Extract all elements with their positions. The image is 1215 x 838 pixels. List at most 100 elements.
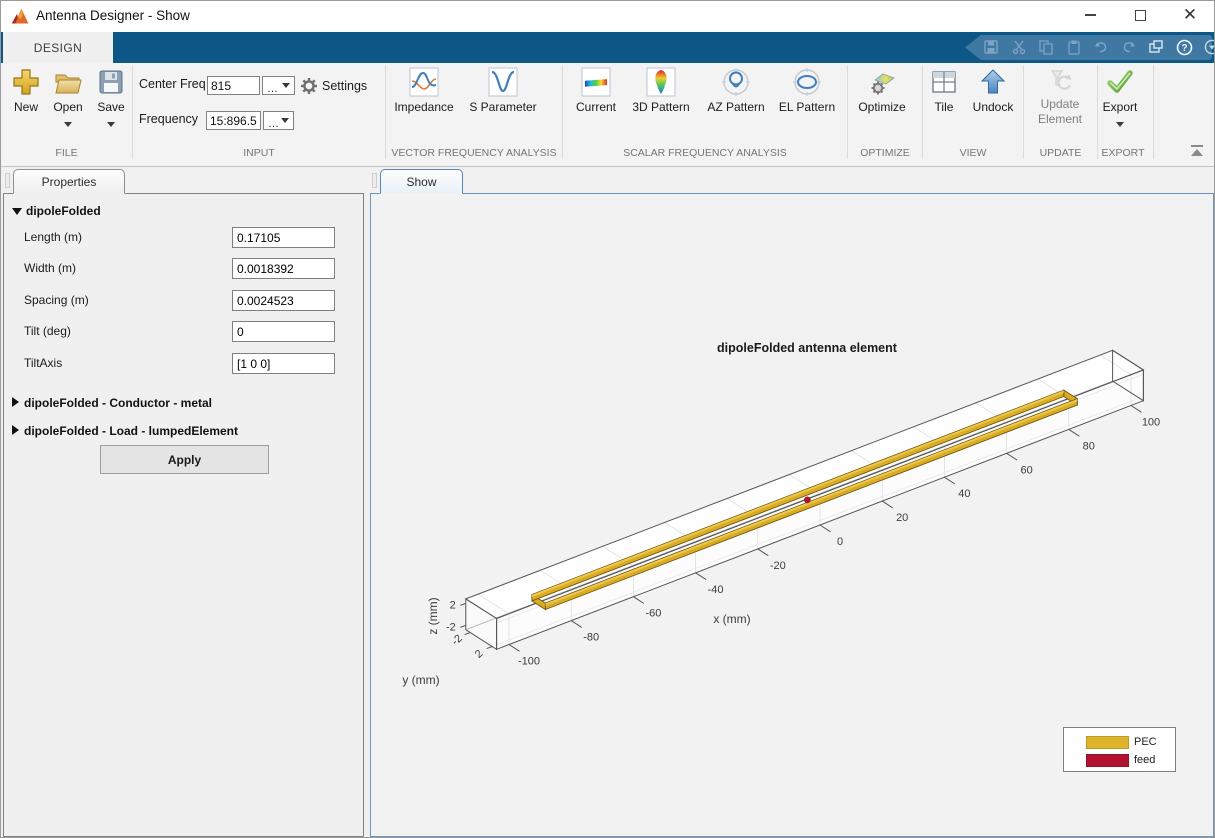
title-bar: Antenna Designer - Show ✕ [1,1,1214,32]
matlab-logo-icon [11,8,29,24]
section-label-file: FILE [55,147,78,159]
section-label-update: UPDATE [1039,147,1082,159]
open-label: Open [53,100,83,114]
tiltaxis-input[interactable] [232,353,335,374]
y-tick-label: -2 [450,633,465,648]
close-button[interactable]: ✕ [1173,1,1207,29]
section-label-scalar: SCALAR FREQUENCY ANALYSIS [623,147,787,159]
y-axis-label: y (mm) [402,673,439,687]
help-icon[interactable]: ? [1176,39,1193,56]
x-tick-label: -40 [708,584,724,596]
toolbar-menu-icon[interactable] [1204,39,1215,55]
property-row: Spacing (m) [4,290,363,312]
maximize-button[interactable] [1123,1,1157,29]
collapse-ribbon-button[interactable] [1189,145,1205,157]
property-label: Tilt (deg) [24,324,71,338]
z-tick-label: -2 [446,621,456,633]
undock-label: Undock [972,100,1014,114]
dropdown-arrow-icon [282,83,290,88]
minimize-button[interactable] [1073,1,1107,29]
x-tick-label: 80 [1083,440,1095,452]
export-label: Export [1102,100,1138,114]
paste-icon[interactable] [1066,39,1082,55]
cut-icon[interactable] [1011,39,1027,55]
window-layout-icon[interactable] [1148,39,1164,55]
pattern-3d-button[interactable]: 3D Pattern [623,67,699,114]
s-parameter-label: S Parameter [469,100,537,114]
plot-legend: PEC feed [1063,727,1176,772]
z-axis-label: z (mm) [426,597,440,634]
spacing-input[interactable] [232,290,335,311]
az-pattern-label: AZ Pattern [707,100,765,114]
save-label: Save [97,100,125,114]
center-freq-label: Center Freq [139,77,206,91]
update-element-label-line2: Element [1037,112,1083,126]
group-header-conductor[interactable]: dipoleFolded - Conductor - metal [12,396,212,410]
pec-color-swatch [1086,735,1129,749]
svg-text:?: ? [1181,43,1187,54]
az-pattern-icon [722,68,750,96]
center-freq-unit-dropdown[interactable]: … [262,76,295,95]
frequency-input[interactable] [206,111,261,130]
undock-button[interactable]: Undock [963,67,1023,114]
export-dropdown-icon[interactable] [1116,122,1124,127]
x-tick-label: 100 [1142,417,1160,429]
impedance-button[interactable]: Impedance [386,67,462,114]
z-tick-label: 2 [450,599,456,611]
property-label: Length (m) [24,230,83,244]
undo-icon[interactable] [1093,39,1109,55]
legend-label: feed [1134,754,1156,766]
new-label: New [13,100,38,114]
s-parameter-button[interactable]: S Parameter [463,67,543,114]
length-input[interactable] [232,227,335,248]
tilt-input[interactable] [232,321,335,342]
tab-show[interactable]: Show [380,169,463,194]
new-plus-icon [13,69,39,95]
panel-drag-handle[interactable] [5,173,10,188]
center-freq-input[interactable] [207,76,260,95]
open-button[interactable]: Open [46,67,90,132]
new-button[interactable]: New [4,67,48,114]
update-element-label-line1: Update [1040,97,1080,111]
panel-drag-handle[interactable] [372,173,377,188]
settings-gear-icon[interactable] [300,77,318,95]
tab-design[interactable]: DESIGN [3,32,113,63]
settings-label[interactable]: Settings [322,79,367,93]
current-button[interactable]: Current [566,67,626,114]
apply-button[interactable]: Apply [100,445,269,474]
save-icon[interactable] [983,39,999,55]
width-input[interactable] [232,258,335,279]
el-pattern-button[interactable]: EL Pattern [771,67,843,114]
az-pattern-button[interactable]: AZ Pattern [698,67,774,114]
current-label: Current [575,100,616,114]
group-header-dipolefolded[interactable]: dipoleFolded [12,204,101,218]
x-tick-label: -80 [583,632,599,644]
open-folder-icon [55,74,82,94]
x-tick-label: 20 [896,512,908,524]
section-label-export: EXPORT [1101,147,1145,159]
undock-arrow-icon [980,69,1006,94]
pattern-3d-icon [646,67,676,97]
save-button[interactable]: Save [89,67,133,132]
tile-button[interactable]: Tile [922,67,966,114]
expand-arrow-icon [12,425,19,435]
section-label-vector: VECTOR FREQUENCY ANALYSIS [391,147,557,159]
ribbon: New Open Save FILE Center Freq … [1,63,1214,167]
copy-icon[interactable] [1038,39,1054,55]
impedance-label: Impedance [394,100,454,114]
section-label-input: INPUT [243,147,275,159]
frequency-unit-dropdown[interactable]: … [263,111,294,130]
ellipsis-icon: … [268,117,279,130]
property-row: Length (m) [4,227,363,249]
export-button[interactable]: Export [1092,67,1148,132]
feed-color-swatch [1086,753,1129,767]
show-panel: -100 -80 -60 -40 -20 0 20 40 60 80 100 x (mm) 2 -2 z (… [370,193,1214,837]
optimize-button[interactable]: Optimize [850,67,914,114]
open-dropdown-icon[interactable] [64,122,72,127]
tab-properties[interactable]: Properties [13,169,125,194]
redo-icon[interactable] [1121,39,1137,55]
section-label-view: VIEW [959,147,987,159]
save-dropdown-icon[interactable] [107,122,115,127]
legend-item: PEC [1086,734,1175,750]
group-header-load[interactable]: dipoleFolded - Load - lumpedElement [12,424,238,438]
